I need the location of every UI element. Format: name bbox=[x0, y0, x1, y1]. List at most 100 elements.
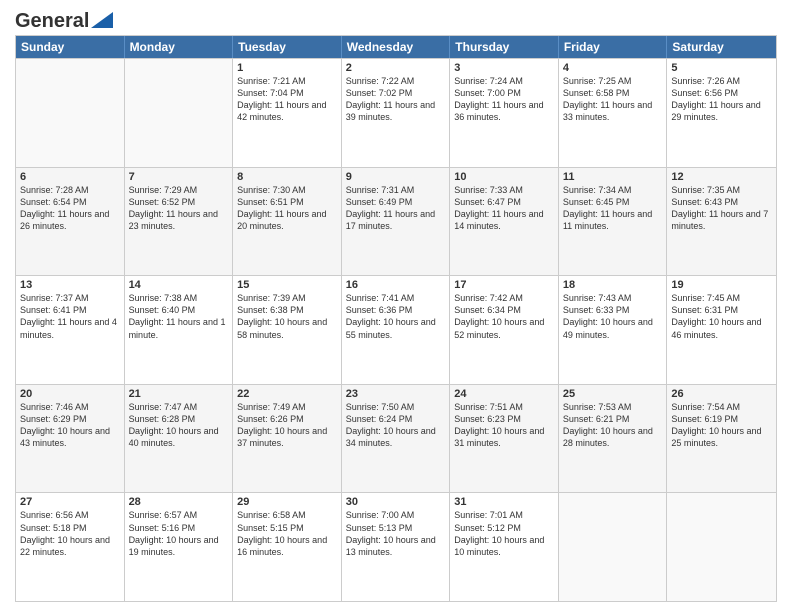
day-number: 16 bbox=[346, 279, 446, 291]
calendar-cell-0-6: 5Sunrise: 7:26 AMSunset: 6:56 PMDaylight… bbox=[667, 59, 776, 167]
day-number: 7 bbox=[129, 171, 229, 183]
day-number: 14 bbox=[129, 279, 229, 291]
calendar-cell-2-0: 13Sunrise: 7:37 AMSunset: 6:41 PMDayligh… bbox=[16, 276, 125, 384]
day-number: 5 bbox=[671, 62, 772, 74]
day-info: Sunrise: 6:58 AMSunset: 5:15 PMDaylight:… bbox=[237, 509, 337, 558]
day-info: Sunrise: 7:38 AMSunset: 6:40 PMDaylight:… bbox=[129, 292, 229, 341]
calendar-cell-4-4: 31Sunrise: 7:01 AMSunset: 5:12 PMDayligh… bbox=[450, 493, 559, 601]
day-info: Sunrise: 7:31 AMSunset: 6:49 PMDaylight:… bbox=[346, 184, 446, 233]
day-number: 18 bbox=[563, 279, 663, 291]
calendar-cell-1-4: 10Sunrise: 7:33 AMSunset: 6:47 PMDayligh… bbox=[450, 168, 559, 276]
day-info: Sunrise: 6:56 AMSunset: 5:18 PMDaylight:… bbox=[20, 509, 120, 558]
day-number: 30 bbox=[346, 496, 446, 508]
calendar-cell-4-0: 27Sunrise: 6:56 AMSunset: 5:18 PMDayligh… bbox=[16, 493, 125, 601]
calendar-cell-3-4: 24Sunrise: 7:51 AMSunset: 6:23 PMDayligh… bbox=[450, 385, 559, 493]
day-number: 24 bbox=[454, 388, 554, 400]
day-info: Sunrise: 7:54 AMSunset: 6:19 PMDaylight:… bbox=[671, 401, 772, 450]
day-info: Sunrise: 7:49 AMSunset: 6:26 PMDaylight:… bbox=[237, 401, 337, 450]
logo-general: General bbox=[15, 10, 89, 33]
day-number: 15 bbox=[237, 279, 337, 291]
day-info: Sunrise: 7:37 AMSunset: 6:41 PMDaylight:… bbox=[20, 292, 120, 341]
calendar-cell-0-4: 3Sunrise: 7:24 AMSunset: 7:00 PMDaylight… bbox=[450, 59, 559, 167]
calendar-cell-1-6: 12Sunrise: 7:35 AMSunset: 6:43 PMDayligh… bbox=[667, 168, 776, 276]
calendar-cell-2-5: 18Sunrise: 7:43 AMSunset: 6:33 PMDayligh… bbox=[559, 276, 668, 384]
calendar-cell-4-6 bbox=[667, 493, 776, 601]
page-header: General bbox=[15, 10, 777, 29]
day-number: 9 bbox=[346, 171, 446, 183]
day-info: Sunrise: 7:00 AMSunset: 5:13 PMDaylight:… bbox=[346, 509, 446, 558]
logo: General bbox=[15, 10, 113, 29]
day-info: Sunrise: 7:42 AMSunset: 6:34 PMDaylight:… bbox=[454, 292, 554, 341]
day-number: 1 bbox=[237, 62, 337, 74]
day-info: Sunrise: 7:22 AMSunset: 7:02 PMDaylight:… bbox=[346, 75, 446, 124]
day-number: 22 bbox=[237, 388, 337, 400]
calendar-body: 1Sunrise: 7:21 AMSunset: 7:04 PMDaylight… bbox=[16, 58, 776, 601]
calendar-cell-2-2: 15Sunrise: 7:39 AMSunset: 6:38 PMDayligh… bbox=[233, 276, 342, 384]
day-number: 25 bbox=[563, 388, 663, 400]
calendar-cell-3-3: 23Sunrise: 7:50 AMSunset: 6:24 PMDayligh… bbox=[342, 385, 451, 493]
day-info: Sunrise: 7:43 AMSunset: 6:33 PMDaylight:… bbox=[563, 292, 663, 341]
day-number: 20 bbox=[20, 388, 120, 400]
day-number: 17 bbox=[454, 279, 554, 291]
logo-icon bbox=[91, 12, 113, 28]
header-day-sunday: Sunday bbox=[16, 36, 125, 58]
calendar-row-3: 20Sunrise: 7:46 AMSunset: 6:29 PMDayligh… bbox=[16, 384, 776, 493]
day-number: 28 bbox=[129, 496, 229, 508]
calendar-row-2: 13Sunrise: 7:37 AMSunset: 6:41 PMDayligh… bbox=[16, 275, 776, 384]
day-number: 19 bbox=[671, 279, 772, 291]
day-info: Sunrise: 7:50 AMSunset: 6:24 PMDaylight:… bbox=[346, 401, 446, 450]
day-number: 6 bbox=[20, 171, 120, 183]
day-info: Sunrise: 7:51 AMSunset: 6:23 PMDaylight:… bbox=[454, 401, 554, 450]
day-info: Sunrise: 7:41 AMSunset: 6:36 PMDaylight:… bbox=[346, 292, 446, 341]
day-info: Sunrise: 7:21 AMSunset: 7:04 PMDaylight:… bbox=[237, 75, 337, 124]
calendar-cell-0-3: 2Sunrise: 7:22 AMSunset: 7:02 PMDaylight… bbox=[342, 59, 451, 167]
day-info: Sunrise: 7:25 AMSunset: 6:58 PMDaylight:… bbox=[563, 75, 663, 124]
calendar-cell-0-5: 4Sunrise: 7:25 AMSunset: 6:58 PMDaylight… bbox=[559, 59, 668, 167]
header-day-tuesday: Tuesday bbox=[233, 36, 342, 58]
day-info: Sunrise: 7:35 AMSunset: 6:43 PMDaylight:… bbox=[671, 184, 772, 233]
day-info: Sunrise: 7:47 AMSunset: 6:28 PMDaylight:… bbox=[129, 401, 229, 450]
day-number: 29 bbox=[237, 496, 337, 508]
day-number: 21 bbox=[129, 388, 229, 400]
calendar-cell-4-3: 30Sunrise: 7:00 AMSunset: 5:13 PMDayligh… bbox=[342, 493, 451, 601]
calendar-row-1: 6Sunrise: 7:28 AMSunset: 6:54 PMDaylight… bbox=[16, 167, 776, 276]
header-day-wednesday: Wednesday bbox=[342, 36, 451, 58]
day-info: Sunrise: 7:29 AMSunset: 6:52 PMDaylight:… bbox=[129, 184, 229, 233]
day-info: Sunrise: 7:45 AMSunset: 6:31 PMDaylight:… bbox=[671, 292, 772, 341]
day-info: Sunrise: 6:57 AMSunset: 5:16 PMDaylight:… bbox=[129, 509, 229, 558]
day-info: Sunrise: 7:24 AMSunset: 7:00 PMDaylight:… bbox=[454, 75, 554, 124]
day-number: 23 bbox=[346, 388, 446, 400]
day-info: Sunrise: 7:01 AMSunset: 5:12 PMDaylight:… bbox=[454, 509, 554, 558]
calendar-cell-0-0 bbox=[16, 59, 125, 167]
calendar-cell-0-2: 1Sunrise: 7:21 AMSunset: 7:04 PMDaylight… bbox=[233, 59, 342, 167]
day-number: 2 bbox=[346, 62, 446, 74]
calendar-cell-2-6: 19Sunrise: 7:45 AMSunset: 6:31 PMDayligh… bbox=[667, 276, 776, 384]
day-info: Sunrise: 7:28 AMSunset: 6:54 PMDaylight:… bbox=[20, 184, 120, 233]
day-number: 8 bbox=[237, 171, 337, 183]
day-info: Sunrise: 7:30 AMSunset: 6:51 PMDaylight:… bbox=[237, 184, 337, 233]
calendar-header: SundayMondayTuesdayWednesdayThursdayFrid… bbox=[16, 36, 776, 58]
calendar-cell-4-1: 28Sunrise: 6:57 AMSunset: 5:16 PMDayligh… bbox=[125, 493, 234, 601]
calendar-cell-2-4: 17Sunrise: 7:42 AMSunset: 6:34 PMDayligh… bbox=[450, 276, 559, 384]
day-info: Sunrise: 7:26 AMSunset: 6:56 PMDaylight:… bbox=[671, 75, 772, 124]
day-number: 11 bbox=[563, 171, 663, 183]
calendar-cell-2-3: 16Sunrise: 7:41 AMSunset: 6:36 PMDayligh… bbox=[342, 276, 451, 384]
calendar-cell-3-5: 25Sunrise: 7:53 AMSunset: 6:21 PMDayligh… bbox=[559, 385, 668, 493]
calendar-cell-1-3: 9Sunrise: 7:31 AMSunset: 6:49 PMDaylight… bbox=[342, 168, 451, 276]
day-number: 31 bbox=[454, 496, 554, 508]
day-number: 10 bbox=[454, 171, 554, 183]
header-day-friday: Friday bbox=[559, 36, 668, 58]
day-number: 26 bbox=[671, 388, 772, 400]
day-number: 27 bbox=[20, 496, 120, 508]
calendar-cell-3-1: 21Sunrise: 7:47 AMSunset: 6:28 PMDayligh… bbox=[125, 385, 234, 493]
calendar-cell-4-5 bbox=[559, 493, 668, 601]
header-day-monday: Monday bbox=[125, 36, 234, 58]
header-day-saturday: Saturday bbox=[667, 36, 776, 58]
day-number: 3 bbox=[454, 62, 554, 74]
calendar-row-0: 1Sunrise: 7:21 AMSunset: 7:04 PMDaylight… bbox=[16, 58, 776, 167]
calendar-cell-1-0: 6Sunrise: 7:28 AMSunset: 6:54 PMDaylight… bbox=[16, 168, 125, 276]
day-info: Sunrise: 7:53 AMSunset: 6:21 PMDaylight:… bbox=[563, 401, 663, 450]
calendar: SundayMondayTuesdayWednesdayThursdayFrid… bbox=[15, 35, 777, 602]
day-number: 12 bbox=[671, 171, 772, 183]
day-info: Sunrise: 7:39 AMSunset: 6:38 PMDaylight:… bbox=[237, 292, 337, 341]
